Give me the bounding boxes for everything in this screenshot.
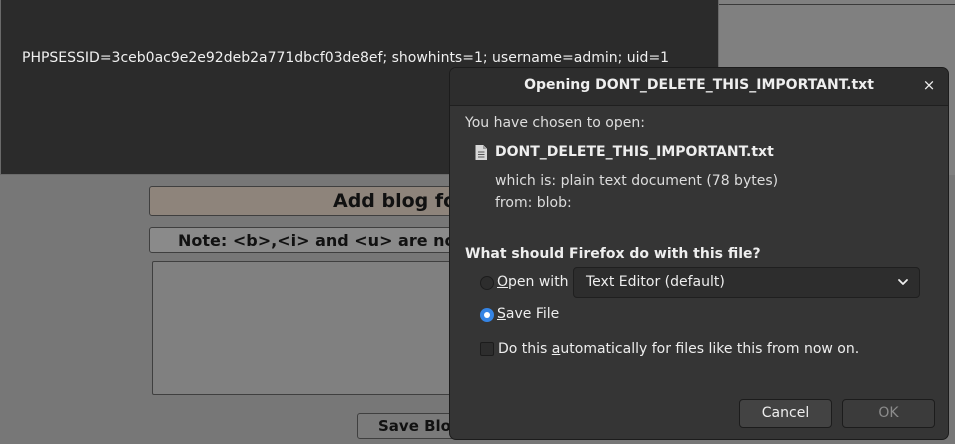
file-source-row: from: blob: — [495, 195, 572, 211]
document-icon — [475, 145, 487, 160]
action-question: What should Firefox do with this file? — [465, 246, 761, 262]
save-file-radio[interactable] — [480, 308, 494, 322]
close-icon[interactable]: × — [920, 76, 938, 94]
open-with-radio[interactable] — [480, 276, 494, 290]
auto-action-checkbox[interactable] — [480, 342, 494, 356]
chosen-to-open-label: You have chosen to open: — [465, 115, 645, 131]
open-with-app-select[interactable]: Text Editor (default) — [573, 267, 920, 298]
which-is-label: which is: — [495, 173, 557, 189]
html-tags-note: Note: <b>,<i> and <u> are no — [149, 227, 469, 253]
from-label: from: — [495, 195, 533, 211]
open-file-dialog: Opening DONT_DELETE_THIS_IMPORTANT.txt ×… — [449, 67, 949, 440]
file-name: DONT_DELETE_THIS_IMPORTANT.txt — [495, 144, 774, 160]
cancel-button[interactable]: Cancel — [739, 399, 832, 428]
ok-button[interactable]: OK — [842, 399, 935, 428]
save-file-label[interactable]: Save File — [497, 306, 559, 322]
cookie-alert-text: PHPSESSID=3ceb0ac9e2e92deb2a771dbcf03de8… — [22, 50, 670, 66]
blog-form-header: Add blog fo — [149, 186, 469, 216]
open-with-label[interactable]: Open with — [497, 274, 569, 290]
dialog-titlebar[interactable]: Opening DONT_DELETE_THIS_IMPORTANT.txt × — [450, 68, 948, 106]
file-source-value: blob: — [536, 195, 572, 211]
open-with-app-value: Text Editor (default) — [586, 274, 725, 290]
blog-entry-textarea[interactable] — [152, 261, 472, 395]
file-type-row: which is: plain text document (78 bytes) — [495, 173, 778, 189]
chevron-down-icon — [898, 279, 908, 285]
auto-action-label[interactable]: Do this automatically for files like thi… — [498, 341, 859, 357]
dialog-title: Opening DONT_DELETE_THIS_IMPORTANT.txt — [524, 77, 874, 93]
screen: Add blog fo Note: <b>,<i> and <u> are no… — [0, 0, 955, 444]
page-divider — [719, 4, 955, 5]
file-type-value: plain text document (78 bytes) — [560, 173, 779, 189]
